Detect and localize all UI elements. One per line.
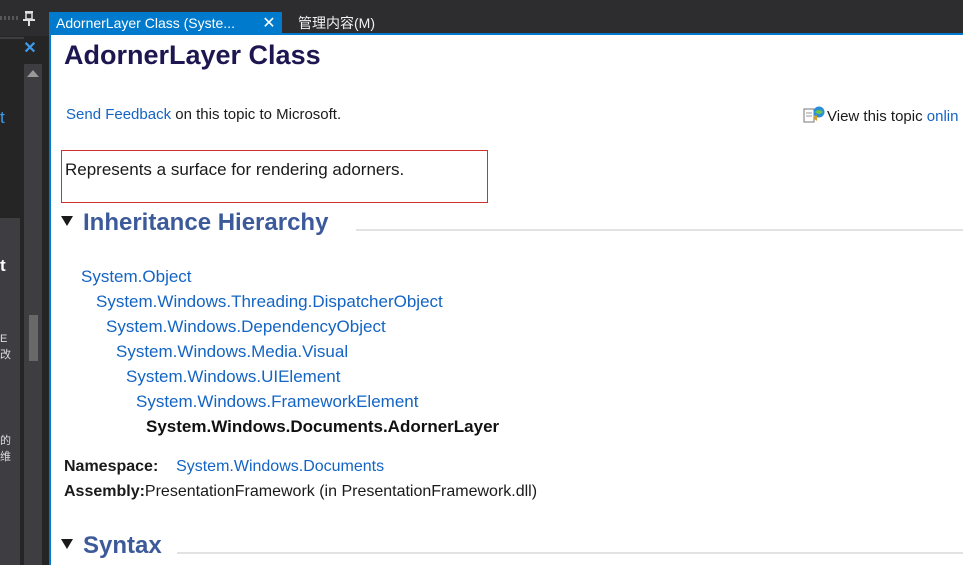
section-title: Inheritance Hierarchy — [83, 209, 329, 236]
section-divider — [177, 552, 963, 554]
scroll-up-arrow-icon[interactable] — [27, 70, 39, 77]
namespace-label: Namespace: — [64, 458, 159, 475]
namespace-link[interactable]: System.Windows.Documents — [176, 458, 384, 475]
view-topic-text: View this topic — [827, 108, 927, 125]
tab-adornerlayer-class[interactable]: AdornerLayer Class (Syste... ✕ — [49, 12, 282, 35]
view-online-link[interactable]: onlin — [927, 108, 959, 125]
close-icon[interactable]: ✕ — [22, 40, 38, 58]
feedback-text: on this topic to Microsoft. — [171, 106, 342, 123]
left-panel-cjk-text: E 改 — [0, 333, 11, 361]
help-document-view: AdornerLayer Class Send Feedback on this… — [49, 35, 963, 565]
send-feedback-link[interactable]: Send Feedback — [66, 106, 171, 123]
hierarchy-link[interactable]: System.Windows.Media.Visual — [116, 342, 348, 362]
tab-label: AdornerLayer Class (Syste... — [56, 15, 235, 31]
hierarchy-link[interactable]: System.Windows.Threading.DispatcherObjec… — [96, 292, 443, 312]
left-panel-text-fragment-bold: t — [0, 256, 6, 275]
section-title: Syntax — [83, 532, 162, 559]
collapse-arrow-icon[interactable] — [61, 539, 73, 549]
view-online-line: View this topic onlin — [803, 106, 958, 125]
class-summary: Represents a surface for rendering adorn… — [65, 160, 405, 179]
tab-manage-content[interactable]: 管理内容(M) — [298, 12, 375, 35]
page-title: AdornerLayer Class — [64, 40, 321, 70]
close-icon[interactable]: ✕ — [260, 12, 278, 35]
hierarchy-link[interactable]: System.Windows.DependencyObject — [106, 317, 386, 337]
summary-highlight-box: Represents a surface for rendering adorn… — [61, 150, 488, 203]
left-panel-header — [0, 0, 49, 36]
hierarchy-current-class: System.Windows.Documents.AdornerLayer — [146, 417, 500, 436]
left-panel-cjk-text: 的 维 — [0, 435, 11, 463]
assembly-value: PresentationFramework (in PresentationFr… — [144, 483, 538, 500]
namespace-line: Namespace: System.Windows.Documents — [64, 458, 384, 476]
hierarchy-link[interactable]: System.Windows.UIElement — [126, 367, 340, 387]
feedback-line: Send Feedback on this topic to Microsoft… — [66, 106, 341, 123]
left-panel-text-fragment: t — [0, 108, 5, 127]
hierarchy-link[interactable]: System.Windows.FrameworkElement — [136, 392, 418, 412]
collapse-arrow-icon[interactable] — [61, 216, 73, 226]
drag-grip[interactable] — [0, 16, 18, 20]
left-panel-divider — [0, 37, 24, 39]
view-online-icon[interactable] — [803, 106, 827, 124]
section-divider — [356, 229, 963, 231]
assembly-label: Assembly: — [64, 483, 145, 500]
pin-icon[interactable] — [22, 10, 36, 26]
left-tool-panel: ✕ t t E 改 的 维 — [0, 0, 49, 565]
section-heading-inheritance[interactable]: Inheritance Hierarchy — [61, 209, 328, 237]
scrollbar-thumb[interactable] — [29, 315, 38, 361]
section-heading-syntax[interactable]: Syntax — [61, 532, 162, 560]
hierarchy-link[interactable]: System.Object — [81, 267, 192, 287]
assembly-line: Assembly:PresentationFramework (in Prese… — [64, 483, 537, 501]
